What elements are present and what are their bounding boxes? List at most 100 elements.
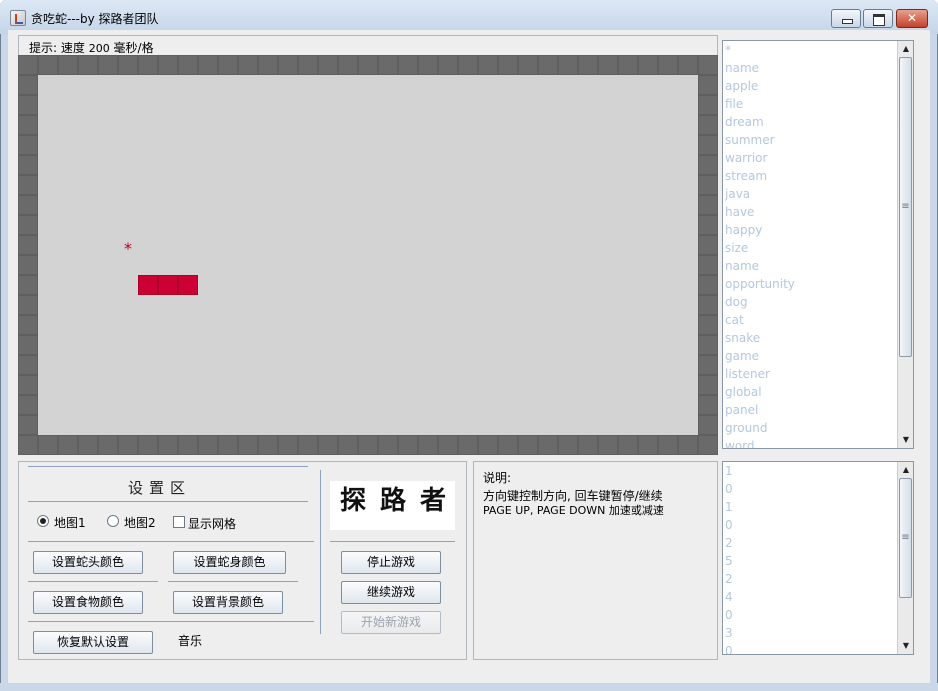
close-button[interactable] [896,9,928,28]
number-list-item[interactable]: 1 [725,462,897,480]
number-list-item[interactable]: 2 [725,570,897,588]
wall-cell [578,435,598,455]
word-list-item[interactable]: java [725,185,897,203]
word-list-item[interactable]: name [725,257,897,275]
word-list-item[interactable]: name [725,59,897,77]
wall-cell [198,55,218,75]
map2-radio[interactable] [107,515,119,527]
scroll-down-arrow-icon[interactable]: ▼ [898,638,914,654]
wall-cell [18,115,38,135]
wall-cell [698,95,718,115]
title-bar[interactable]: 贪吃蛇---by 探路者团队 [0,0,938,34]
number-list-item[interactable]: 0 [725,606,897,624]
divider [28,501,308,502]
wall-cell [438,55,458,75]
window-title: 贪吃蛇---by 探路者团队 [31,12,159,26]
wall-cell [698,195,718,215]
number-list-scroll-thumb[interactable] [899,478,912,598]
word-list-item[interactable]: game [725,347,897,365]
snake-segment [138,275,158,295]
wall-cell [698,135,718,155]
minimize-button[interactable] [831,9,861,28]
divider [28,466,308,467]
number-list-item[interactable]: 5 [725,552,897,570]
wall-cell [158,435,178,455]
number-list-item[interactable]: 0 [725,480,897,498]
maximize-button[interactable] [863,9,893,28]
word-list-item[interactable]: word [725,437,897,448]
scroll-up-arrow-icon[interactable]: ▲ [898,41,914,57]
word-list-scroll-thumb[interactable] [899,57,912,357]
scroll-down-arrow-icon[interactable]: ▼ [898,432,914,448]
instructions-title: 说明: [483,471,512,485]
show-grid-checkbox[interactable] [173,516,185,528]
word-list[interactable]: * name apple file dream summer warrior stream ja… [722,40,914,449]
word-list-item[interactable]: opportunity [725,275,897,293]
word-list-item[interactable]: size [725,239,897,257]
word-list-item[interactable]: happy [725,221,897,239]
wall-cell [58,55,78,75]
word-list-item[interactable]: * [725,41,897,59]
wall-cell [698,55,718,75]
wall-cell [678,435,698,455]
wall-cell [318,435,338,455]
number-list-item[interactable]: 4 [725,588,897,606]
wall-cell [698,355,718,375]
word-list-item[interactable]: panel [725,401,897,419]
resume-game-button[interactable]: 继续游戏 [341,581,441,604]
wall-cell [78,55,98,75]
reset-defaults-button[interactable]: 恢复默认设置 [33,631,153,654]
number-list-item[interactable]: 2 [725,534,897,552]
new-game-button[interactable]: 开始新游戏 [341,611,441,634]
wall-cell [698,315,718,335]
wall-cell [478,435,498,455]
wall-cell [358,55,378,75]
snake-segment [178,275,198,295]
word-list-item[interactable]: file [725,95,897,113]
number-list-scrollbar[interactable]: ▲ ▼ [897,462,913,654]
word-list-item[interactable]: dog [725,293,897,311]
game-board[interactable]: * [18,55,718,455]
word-list-item[interactable]: apple [725,77,897,95]
wall-cell [18,135,38,155]
number-list-item[interactable]: 1 [725,498,897,516]
wall-cell [98,55,118,75]
scroll-up-arrow-icon[interactable]: ▲ [898,462,914,478]
word-list-item[interactable]: summer [725,131,897,149]
map2-label: 地图2 [124,516,156,530]
hint-bar: 提示: 速度 200 毫秒/格 [18,35,718,55]
map1-label: 地图1 [54,516,86,530]
word-list-item[interactable]: stream [725,167,897,185]
word-list-item[interactable]: ground [725,419,897,437]
instructions-line-2: PAGE UP, PAGE DOWN 加速或减速 [483,504,664,517]
number-list-item[interactable]: 0 [725,516,897,534]
word-list-item[interactable]: cat [725,311,897,329]
number-list-item[interactable]: 0 [725,642,897,654]
snake-body-color-button[interactable]: 设置蛇身颜色 [173,551,286,574]
wall-cell [418,435,438,455]
wall-cell [18,275,38,295]
word-list-item[interactable]: snake [725,329,897,347]
background-color-button[interactable]: 设置背景颜色 [173,591,283,614]
food-color-button[interactable]: 设置食物颜色 [33,591,143,614]
word-list-item[interactable]: global [725,383,897,401]
wall-cell [18,155,38,175]
stop-game-button[interactable]: 停止游戏 [341,551,441,574]
wall-cell [98,435,118,455]
snake-head-color-button[interactable]: 设置蛇头颜色 [33,551,143,574]
number-list[interactable]: 10102524030 ▲ ▼ [722,461,914,655]
divider [330,541,455,542]
number-list-item[interactable]: 3 [725,624,897,642]
wall-cell [618,55,638,75]
wall-cell [698,255,718,275]
word-list-item[interactable]: have [725,203,897,221]
word-list-item[interactable]: dream [725,113,897,131]
word-list-scrollbar[interactable]: ▲ ▼ [897,41,913,448]
word-list-item[interactable]: listener [725,365,897,383]
wall-cell [18,335,38,355]
wall-cell [658,55,678,75]
wall-cell [618,435,638,455]
map1-radio[interactable] [37,515,49,527]
word-list-item[interactable]: warrior [725,149,897,167]
wall-cell [178,435,198,455]
